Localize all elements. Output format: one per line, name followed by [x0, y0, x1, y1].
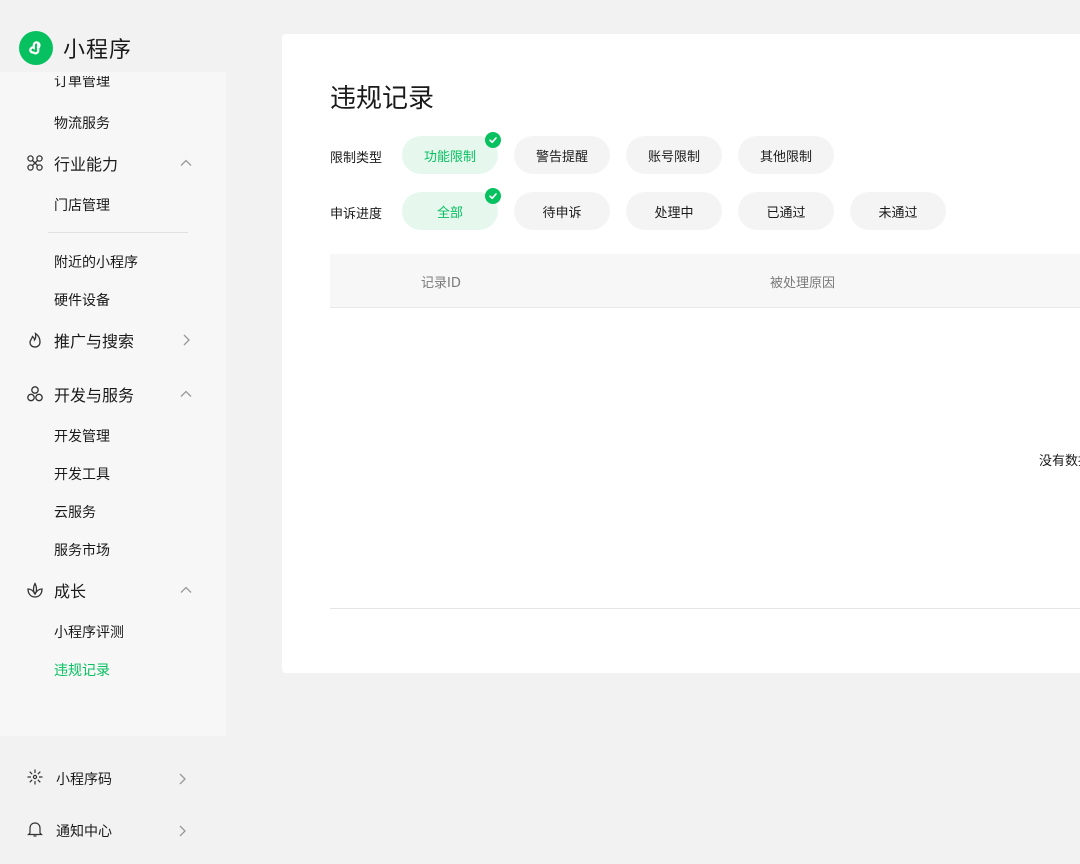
check-icon	[485, 188, 501, 204]
page-title: 违规记录	[330, 84, 435, 114]
chip-all[interactable]: 全部	[402, 188, 501, 230]
miniprogram-logo-icon	[19, 31, 53, 65]
chevron-right-icon	[183, 334, 190, 346]
chip-label: 警告提醒	[535, 149, 588, 165]
sidebar-group-dev[interactable]: 开发与服务	[26, 382, 196, 406]
sidebar-group-growth[interactable]: 成长	[26, 578, 196, 602]
sidebar-group-promotion[interactable]: 推广与搜索	[26, 328, 196, 352]
industry-icon	[26, 154, 44, 172]
sidebar-item-order-management[interactable]: 订单管理	[54, 76, 110, 90]
column-header-reason: 被处理原因	[770, 276, 836, 291]
chip-other-restriction[interactable]: 其他限制	[738, 136, 834, 174]
table-bottom-border	[330, 608, 1080, 609]
sidebar-item-service-market[interactable]: 服务市场	[54, 540, 110, 560]
dev-services-icon	[26, 385, 44, 403]
filter-label-appeal: 申诉进度	[330, 207, 383, 222]
chip-function-restriction[interactable]: 功能限制	[402, 132, 501, 174]
chip-rejected[interactable]: 未通过	[850, 192, 946, 230]
chevron-up-icon	[180, 586, 192, 593]
app-logo[interactable]: 小程序	[19, 30, 132, 66]
sidebar-item-miniprogram-code[interactable]: 小程序码	[26, 768, 192, 790]
flame-icon	[26, 331, 44, 349]
chevron-up-icon	[180, 159, 192, 166]
sidebar: 小程序 订单管理 物流服务 行业能力 门店管理 附近的小程序 硬件设备 推广与搜…	[0, 0, 226, 864]
sidebar-item-nearby-miniprograms[interactable]: 附近的小程序	[54, 252, 138, 272]
sidebar-item-evaluation[interactable]: 小程序评测	[54, 622, 124, 642]
sidebar-group-industry[interactable]: 行业能力	[26, 151, 196, 175]
sidebar-item-dev-tools[interactable]: 开发工具	[54, 464, 110, 484]
app-name: 小程序	[63, 38, 133, 63]
bell-icon	[26, 820, 44, 842]
chevron-right-icon	[179, 825, 186, 837]
sparkle-icon	[26, 768, 44, 790]
chip-label: 其他限制	[759, 149, 812, 165]
sidebar-item-notifications[interactable]: 通知中心	[26, 820, 192, 842]
sidebar-item-store-management[interactable]: 门店管理	[54, 195, 110, 215]
table-header: 记录ID 被处理原因	[330, 254, 1080, 308]
sidebar-bottom-label: 小程序码	[56, 772, 112, 788]
sidebar-group-label: 成长	[54, 582, 87, 601]
check-icon	[485, 132, 501, 148]
chip-label: 全部	[436, 205, 463, 221]
filter-label-restriction: 限制类型	[330, 151, 383, 166]
chip-processing[interactable]: 处理中	[626, 192, 722, 230]
chip-approved[interactable]: 已通过	[738, 192, 834, 230]
sidebar-item-violation-records[interactable]: 违规记录	[54, 660, 110, 680]
chip-label: 账号限制	[647, 149, 700, 165]
chip-label: 待申诉	[542, 205, 582, 221]
sidebar-item-cloud-services[interactable]: 云服务	[54, 502, 96, 522]
sidebar-item-dev-management[interactable]: 开发管理	[54, 426, 110, 446]
column-header-record-id: 记录ID	[421, 276, 461, 291]
chip-label: 处理中	[654, 205, 694, 221]
sidebar-item-logistics[interactable]: 物流服务	[54, 113, 110, 133]
chip-warning[interactable]: 警告提醒	[514, 136, 610, 174]
main-panel: 违规记录 限制类型 功能限制 警告提醒 账号限制 其他限制 申诉进度 全部 待申…	[282, 34, 1080, 673]
chip-label: 功能限制	[423, 149, 476, 165]
chip-label: 已通过	[766, 205, 806, 221]
chevron-up-icon	[180, 390, 192, 397]
table-empty-message: 没有数据	[1039, 454, 1080, 469]
sidebar-group-label: 行业能力	[54, 155, 119, 174]
sidebar-group-label: 开发与服务	[54, 386, 135, 405]
sidebar-divider	[48, 232, 188, 233]
chip-account-restriction[interactable]: 账号限制	[626, 136, 722, 174]
sidebar-item-hardware[interactable]: 硬件设备	[54, 290, 110, 310]
sidebar-nav[interactable]: 订单管理 物流服务 行业能力 门店管理 附近的小程序 硬件设备 推广与搜索 开发…	[0, 72, 226, 736]
sidebar-group-label: 推广与搜索	[54, 332, 135, 351]
chip-pending-appeal[interactable]: 待申诉	[514, 192, 610, 230]
growth-icon	[26, 581, 44, 599]
chevron-right-icon	[179, 773, 186, 785]
chip-label: 未通过	[878, 205, 918, 221]
sidebar-bottom-label: 通知中心	[56, 824, 112, 840]
